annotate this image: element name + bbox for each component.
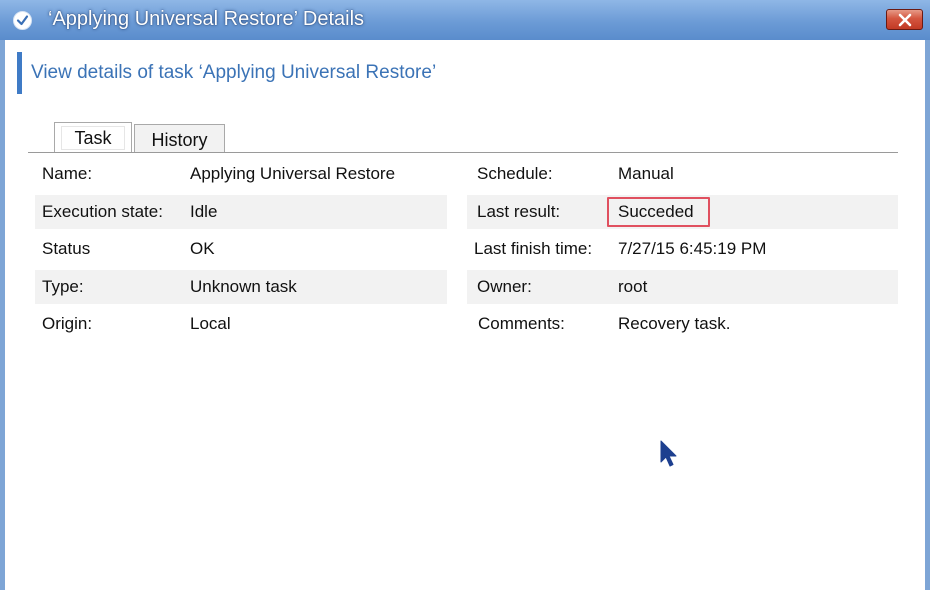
detail-label: Origin: (42, 314, 93, 333)
close-button[interactable] (886, 9, 923, 30)
detail-value: Local (190, 314, 231, 333)
detail-row-execution-state: Execution state: Idle (35, 195, 447, 229)
page-header: View details of task ‘Applying Universal… (31, 62, 437, 83)
detail-value: Idle (190, 202, 218, 221)
checkmark-circle-icon (13, 11, 32, 30)
title-bar[interactable]: ‘Applying Universal Restore’ Details (0, 0, 930, 40)
tab-history[interactable]: History (134, 124, 225, 153)
detail-row-status: Status OK (35, 232, 447, 266)
detail-label: Schedule: (477, 164, 553, 183)
close-icon (898, 13, 912, 27)
detail-label: Type: (42, 277, 84, 296)
detail-row-origin: Origin: Local (35, 307, 447, 341)
detail-label: Owner: (477, 277, 532, 296)
detail-label: Status (42, 239, 91, 258)
detail-row-name: Name: Applying Universal Restore (35, 157, 447, 191)
detail-label: Last finish time: (474, 239, 593, 258)
last-result-highlight (607, 197, 710, 227)
detail-label: Comments: (478, 314, 565, 333)
detail-row-schedule: Schedule: Manual (467, 157, 898, 191)
window-title: ‘Applying Universal Restore’ Details (48, 8, 365, 30)
tab-task[interactable]: Task (54, 122, 132, 152)
mouse-cursor-icon (660, 440, 677, 467)
detail-value: Recovery task. (618, 314, 731, 333)
detail-label: Name: (42, 164, 93, 183)
detail-value: 7/27/15 6:45:19 PM (618, 239, 767, 258)
detail-row-comments: Comments: Recovery task. (467, 307, 898, 341)
header-accent-bar (17, 52, 22, 94)
tab-task-label: Task (74, 128, 112, 148)
tab-history-label: History (151, 130, 208, 150)
detail-label: Last result: (477, 202, 561, 221)
tab-divider (28, 152, 898, 153)
detail-value: OK (190, 239, 215, 258)
detail-label: Execution state: (42, 202, 163, 221)
detail-value: root (618, 277, 648, 296)
detail-value: Manual (618, 164, 674, 183)
detail-row-owner: Owner: root (467, 270, 898, 304)
detail-value: Unknown task (190, 277, 297, 296)
detail-value: Applying Universal Restore (190, 164, 396, 183)
detail-row-last-finish-time: Last finish time: 7/27/15 6:45:19 PM (467, 232, 898, 266)
detail-row-type: Type: Unknown task (35, 270, 447, 304)
